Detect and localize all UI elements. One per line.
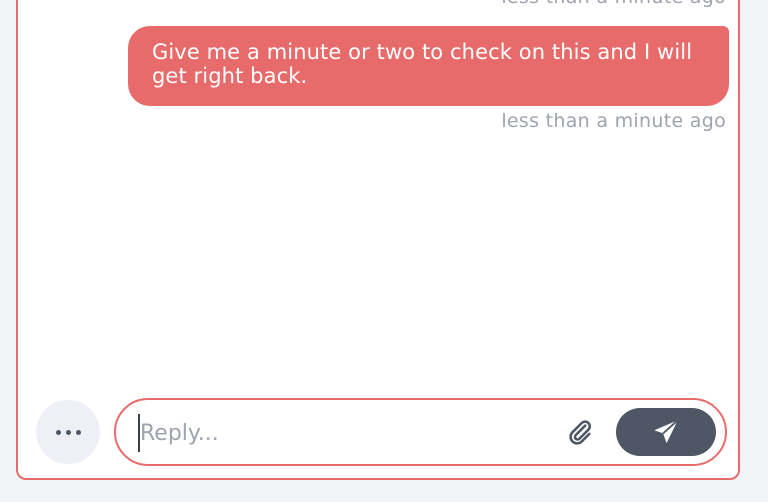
options-button[interactable] xyxy=(36,400,100,464)
message-timestamp: less than a minute ago xyxy=(501,110,726,132)
reply-input[interactable] xyxy=(138,414,542,452)
reply-composer xyxy=(114,398,727,466)
chat-panel: less than a minute ago Give me a minute … xyxy=(16,0,740,480)
message-timestamp: less than a minute ago xyxy=(501,0,726,8)
send-button[interactable] xyxy=(616,408,716,456)
paperclip-icon[interactable] xyxy=(566,418,594,446)
paper-plane-icon xyxy=(654,419,679,444)
outgoing-message-bubble: Give me a minute or two to check on this… xyxy=(128,26,729,106)
more-horizontal-icon xyxy=(55,429,81,435)
